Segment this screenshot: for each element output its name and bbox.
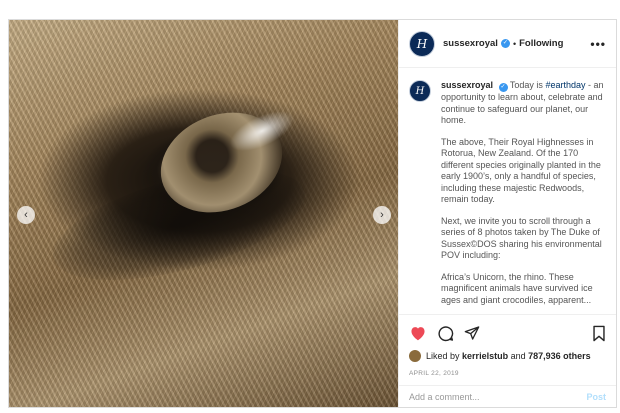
- caption-paragraph-4: Africa’s Unicorn, the rhino. These magni…: [441, 271, 593, 305]
- post-date[interactable]: APRIL 22, 2019: [409, 370, 606, 377]
- caption-username[interactable]: sussexroyal: [441, 80, 493, 90]
- liker-avatar[interactable]: [409, 350, 421, 362]
- others-count-link[interactable]: 787,936 others: [528, 351, 591, 361]
- comment-box: Add a comment... Post: [399, 385, 616, 407]
- and-label: and: [510, 351, 526, 361]
- more-options-button[interactable]: •••: [590, 37, 606, 51]
- post-comment-button[interactable]: Post: [586, 392, 606, 402]
- chevron-right-icon[interactable]: ›: [373, 206, 391, 224]
- hashtag-link[interactable]: #earthday: [545, 80, 585, 90]
- liked-by-prefix: Liked by: [426, 351, 460, 361]
- comment-input[interactable]: Add a comment...: [409, 392, 480, 402]
- verified-icon: ✓: [500, 39, 510, 48]
- caption-paragraph-3: Next, we invite you to scroll through a …: [441, 215, 602, 261]
- caption-intro: Today is: [509, 80, 543, 90]
- separator-dot: •: [512, 38, 517, 49]
- avatar[interactable]: H: [409, 30, 435, 57]
- likes-summary: Liked by kerrielstub and 787,936 others: [409, 350, 606, 362]
- share-icon[interactable]: [464, 325, 480, 341]
- bookmark-icon[interactable]: [592, 325, 606, 342]
- chevron-left-icon[interactable]: ‹: [17, 206, 35, 224]
- username-link[interactable]: sussexroyal: [443, 38, 498, 49]
- post-header: H sussexroyal ✓ • Following •••: [399, 20, 616, 68]
- caption-avatar[interactable]: H: [409, 80, 431, 102]
- instagram-post: ‹ › H sussexroyal ✓ • Following ••• H su…: [8, 19, 617, 408]
- caption-text: sussexroyal ✓ Today is #earthday - an op…: [441, 80, 606, 314]
- heart-icon[interactable]: [409, 325, 427, 341]
- action-bar: Liked by kerrielstub and 787,936 others …: [399, 314, 616, 377]
- caption-paragraph-2: The above, Their Royal Highnesses in Rot…: [441, 136, 601, 205]
- caption-area: H sussexroyal ✓ Today is #earthday - an …: [399, 68, 616, 314]
- post-panel: H sussexroyal ✓ • Following ••• H sussex…: [398, 20, 616, 407]
- post-photo[interactable]: ‹ ›: [9, 20, 398, 407]
- following-button[interactable]: Following: [519, 38, 563, 49]
- comment-icon[interactable]: [437, 325, 454, 342]
- verified-icon: ✓: [498, 83, 508, 92]
- liked-by-user-link[interactable]: kerrielstub: [462, 351, 508, 361]
